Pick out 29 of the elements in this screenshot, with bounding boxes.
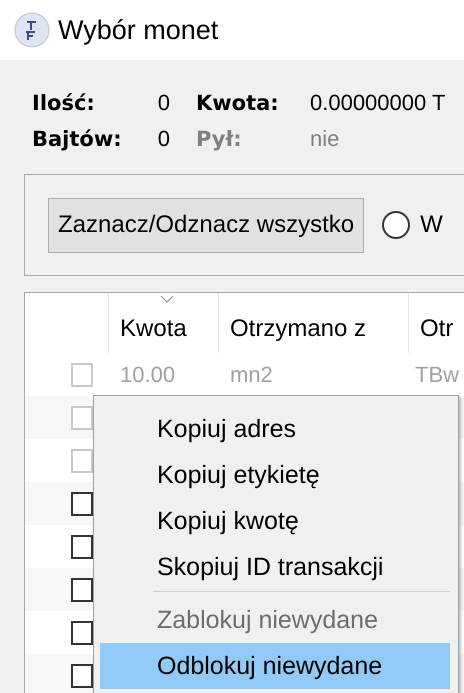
field-label: Pył:	[196, 127, 243, 151]
radio-button[interactable]	[382, 211, 410, 239]
radio-label: W	[420, 211, 443, 239]
field-value: 0	[156, 126, 171, 152]
window-title: Wybór monet	[58, 14, 218, 46]
column-header[interactable]: Otrzymano z	[219, 293, 409, 353]
menu-item[interactable]: Odblokuj niewydane	[100, 643, 450, 689]
field-value: 0.00000000 T	[310, 90, 446, 116]
checkbox[interactable]	[71, 578, 93, 602]
app-logo-icon	[14, 12, 50, 48]
checkbox[interactable]	[71, 620, 93, 644]
table-cell: 10.00	[120, 362, 176, 386]
menu-item[interactable]: Skopiuj ID transakcji	[100, 544, 450, 590]
column-header[interactable]: Otr	[409, 293, 464, 353]
field-value: nie	[310, 126, 340, 152]
checkbox[interactable]	[71, 664, 93, 688]
field-label: Bajtów:	[32, 127, 123, 151]
field-label: Ilość:	[32, 91, 96, 115]
menu-item[interactable]: Kopiuj etykietę	[100, 452, 450, 498]
checkbox[interactable]	[71, 492, 93, 516]
field-label: Kwota:	[196, 91, 280, 115]
table-cell: TBw	[415, 362, 459, 386]
select-all-button[interactable]: Zaznacz/Odznacz wszystko	[48, 198, 364, 252]
menu-item[interactable]: Kopiuj kwotę	[100, 498, 450, 544]
table-cell: mn2	[230, 362, 273, 386]
column-header[interactable]: Kwota	[109, 293, 219, 353]
menu-item[interactable]: Kopiuj adres	[100, 406, 450, 452]
checkbox[interactable]	[71, 534, 93, 558]
field-value: 0	[156, 90, 171, 116]
